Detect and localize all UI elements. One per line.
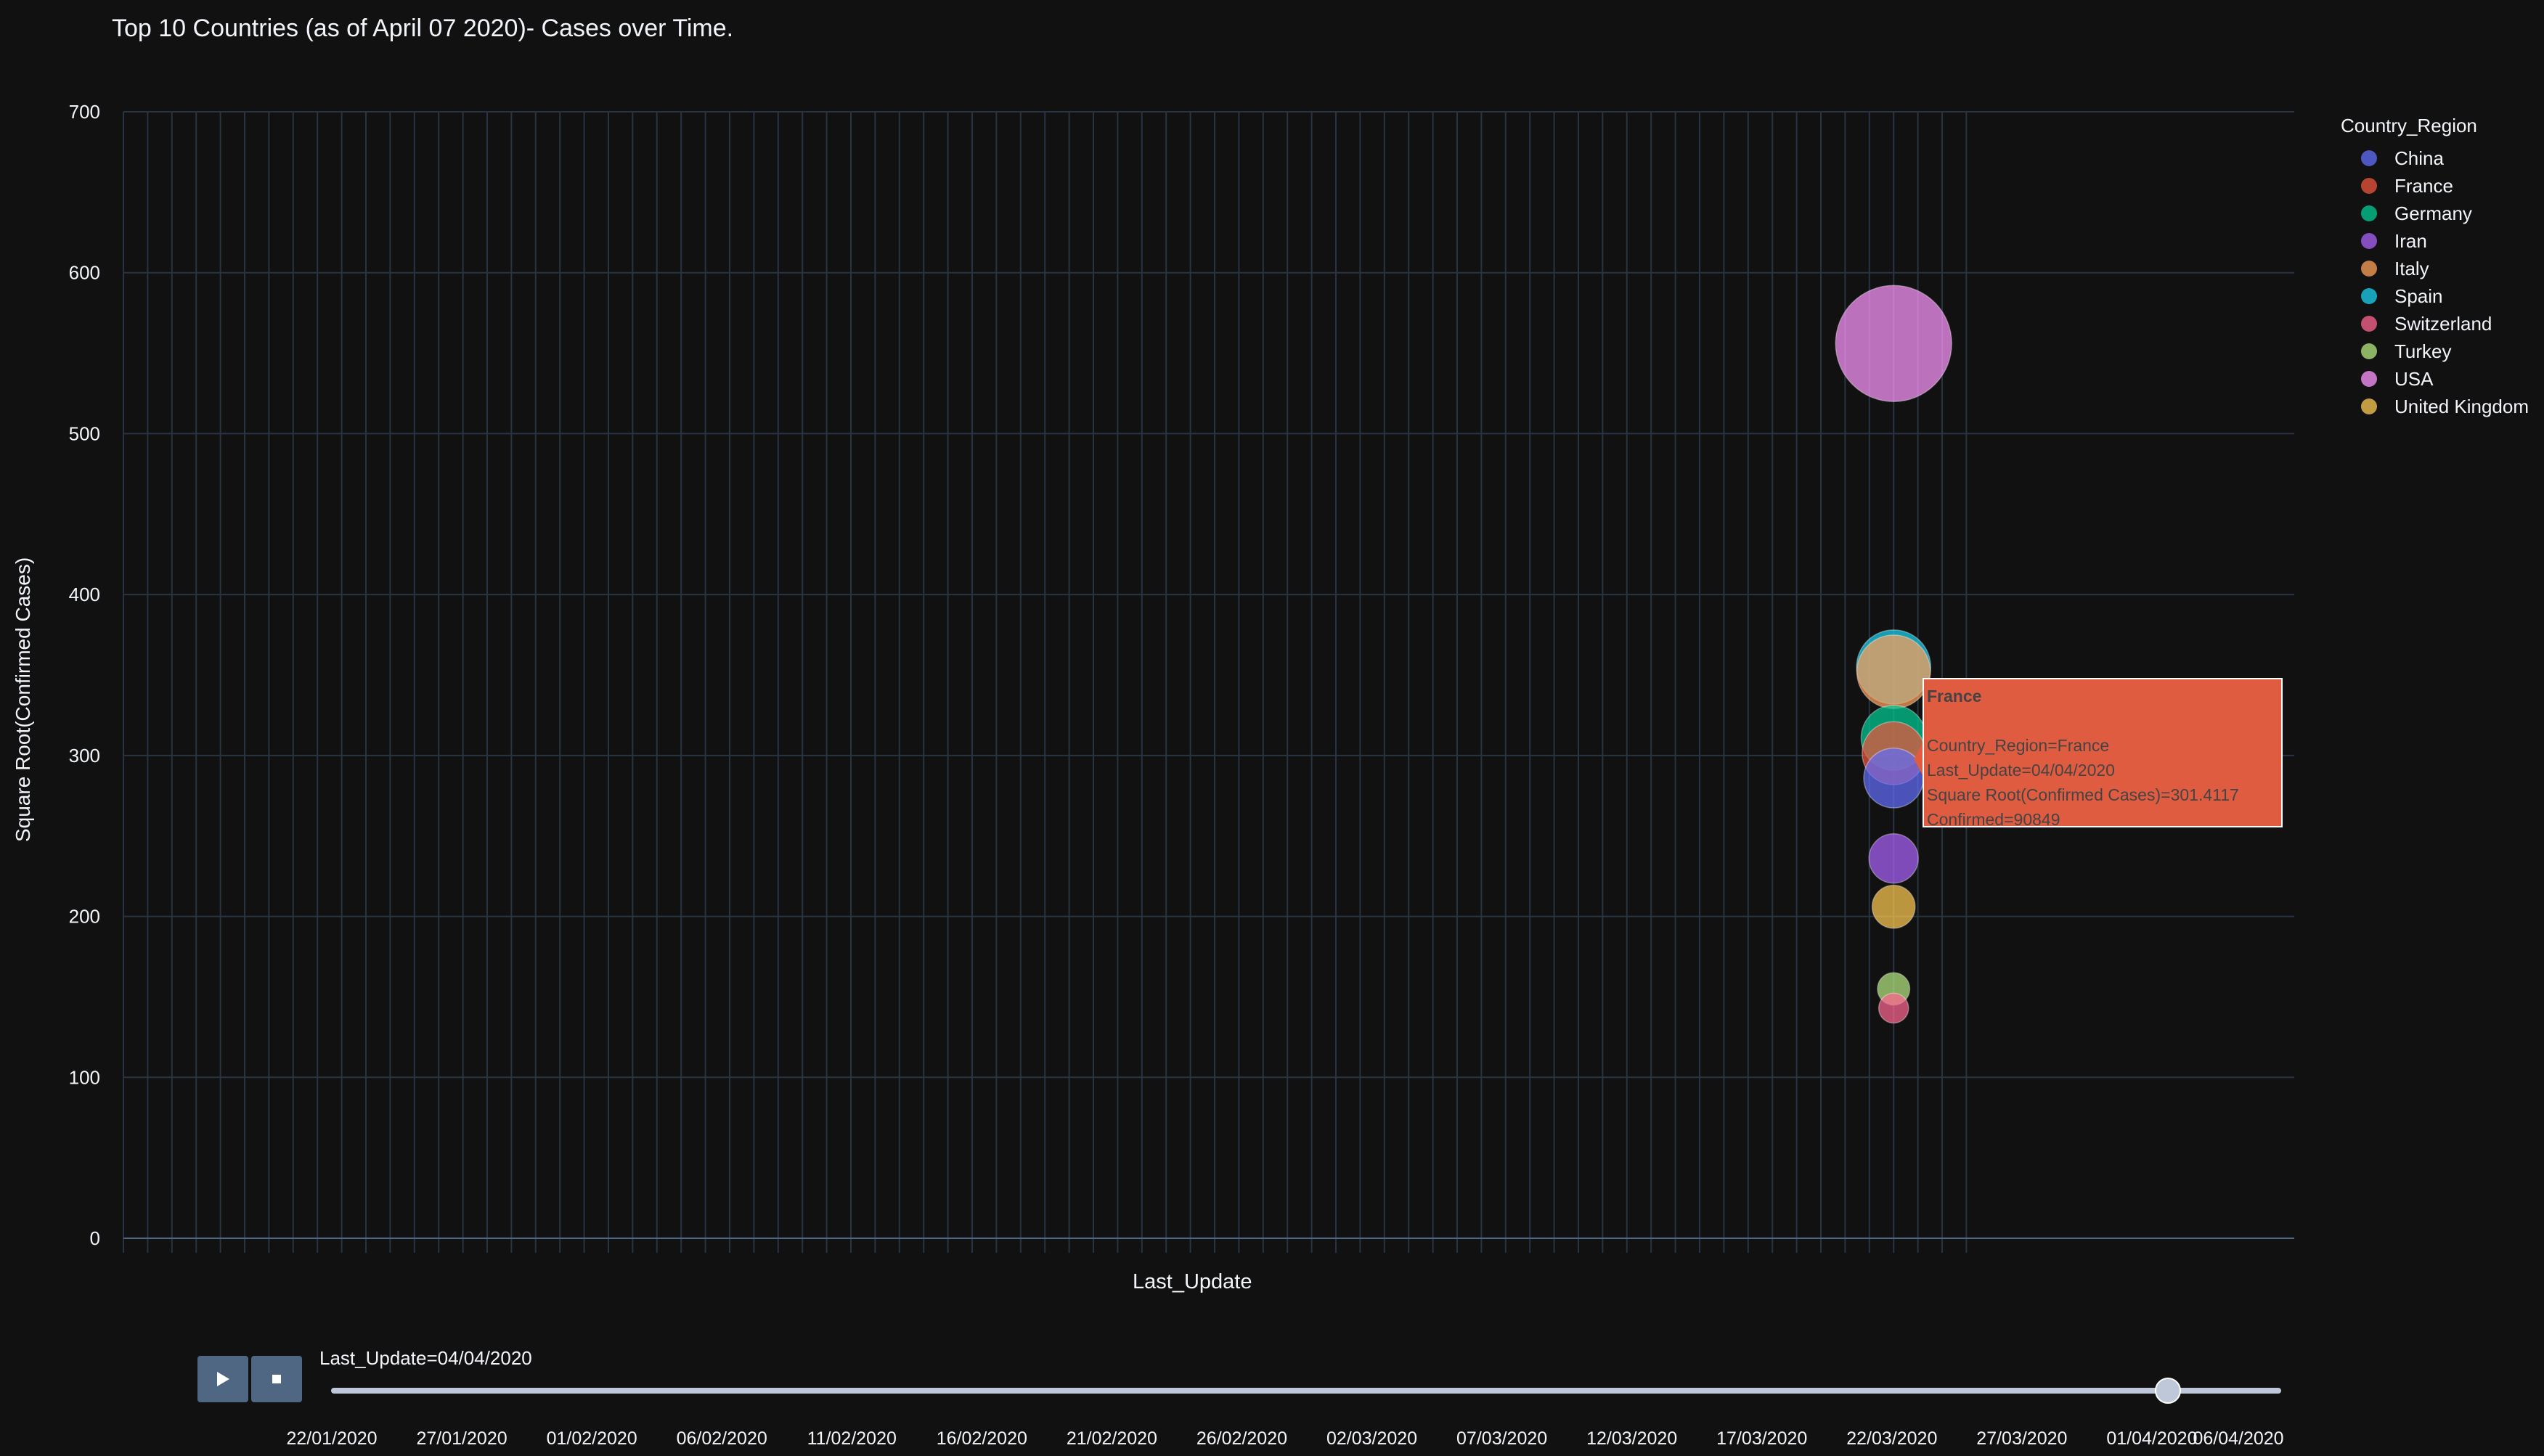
tooltip-line: Square Root(Confirmed Cases)=301.4117 — [1927, 785, 2239, 804]
tooltip-line: Country_Region=France — [1927, 736, 2110, 755]
y-tick-label: 500 — [69, 422, 100, 444]
y-tick-label: 100 — [69, 1066, 100, 1088]
legend-label: USA — [2394, 367, 2434, 390]
legend-marker — [2361, 205, 2377, 221]
bubble-china — [1863, 747, 1925, 809]
legend-label: Turkey — [2394, 340, 2452, 362]
legend-marker — [2361, 261, 2377, 277]
slider-tick-label: 01/02/2020 — [546, 1428, 637, 1449]
bubble-united-kingdom — [1871, 884, 1916, 929]
legend-label: Switzerland — [2394, 312, 2492, 335]
legend-label: Germany — [2394, 202, 2472, 224]
legend-label: Iran — [2394, 229, 2427, 252]
legend-label: United Kingdom — [2394, 395, 2529, 417]
y-tick-label: 300 — [69, 745, 100, 766]
y-tick-label: 600 — [69, 262, 100, 284]
legend-item[interactable]: Italy — [2341, 255, 2529, 282]
legend-item[interactable]: USA — [2341, 365, 2529, 393]
legend-marker — [2361, 178, 2377, 194]
legend-marker — [2361, 398, 2377, 414]
legend-item[interactable]: Turkey — [2341, 338, 2529, 365]
slider-tick-label: 06/04/2020 — [2193, 1428, 2284, 1449]
legend-label: Italy — [2394, 257, 2429, 279]
legend-marker — [2361, 343, 2377, 359]
y-axis-label: Square Root(Confirmed Cases) — [12, 557, 34, 842]
stop-icon — [272, 1375, 281, 1383]
legend-item[interactable]: Iran — [2341, 227, 2529, 255]
tooltip-line: Last_Update=04/04/2020 — [1927, 761, 2115, 780]
slider-tick-label: 06/02/2020 — [676, 1428, 767, 1449]
hover-tooltip: France Country_Region=France Last_Update… — [1923, 678, 2283, 829]
play-button[interactable] — [197, 1356, 248, 1402]
y-tick-label: 700 — [69, 101, 100, 123]
stop-button[interactable] — [251, 1356, 302, 1402]
slider-tick-label: 21/02/2020 — [1066, 1428, 1157, 1449]
legend: Country_Region China France Germany Iran Ita… — [2341, 115, 2529, 420]
slider-track[interactable] — [331, 1388, 2281, 1394]
legend-marker — [2361, 288, 2377, 304]
tooltip-line: Confirmed=90849 — [1927, 810, 2060, 829]
slider-tick-label: 17/03/2020 — [1716, 1428, 1808, 1449]
x-axis-label: Last_Update — [1133, 1270, 1252, 1293]
y-tick-label: 400 — [69, 584, 100, 605]
legend-label: France — [2394, 174, 2453, 197]
slider-tick-label: 22/03/2020 — [1846, 1428, 1938, 1449]
y-tick-label: 200 — [69, 906, 100, 928]
legend-item[interactable]: France — [2341, 172, 2529, 200]
legend-marker — [2361, 233, 2377, 249]
slider-handle[interactable] — [2155, 1378, 2182, 1404]
bubble-usa — [1835, 285, 1952, 403]
y-tick-label: 0 — [90, 1227, 100, 1249]
legend-marker — [2361, 371, 2377, 387]
slider-tick-label: 11/02/2020 — [807, 1428, 897, 1449]
slider-tick-label: 27/01/2020 — [416, 1428, 507, 1449]
slider-tick-label: 16/02/2020 — [936, 1428, 1027, 1449]
slider-tick-label: 12/03/2020 — [1586, 1428, 1678, 1449]
slider-tick-label: 27/03/2020 — [1976, 1428, 2068, 1449]
slider-tick-label: 26/02/2020 — [1196, 1428, 1288, 1449]
legend-label: Spain — [2394, 285, 2443, 307]
play-icon — [217, 1372, 229, 1386]
tooltip-name: France — [1927, 687, 1982, 705]
legend-item[interactable]: China — [2341, 144, 2529, 172]
legend-label: China — [2394, 147, 2444, 169]
legend-item[interactable]: United Kingdom — [2341, 393, 2529, 420]
legend-item[interactable]: Germany — [2341, 200, 2529, 227]
slider-tick-label: 02/03/2020 — [1326, 1428, 1418, 1449]
bubble-switzerland — [1878, 992, 1909, 1024]
slider-current-value: Last_Update=04/04/2020 — [319, 1347, 532, 1369]
legend-item[interactable]: Spain — [2341, 282, 2529, 310]
legend-title: Country_Region — [2341, 115, 2477, 136]
bubble-italy — [1856, 634, 1931, 709]
legend-marker — [2361, 316, 2377, 332]
legend-item[interactable]: Switzerland — [2341, 310, 2529, 338]
legend-marker — [2361, 150, 2377, 166]
bubble-iran — [1868, 833, 1919, 884]
slider-tick-label: 22/01/2020 — [286, 1428, 378, 1449]
slider-tick-label: 07/03/2020 — [1456, 1428, 1548, 1449]
